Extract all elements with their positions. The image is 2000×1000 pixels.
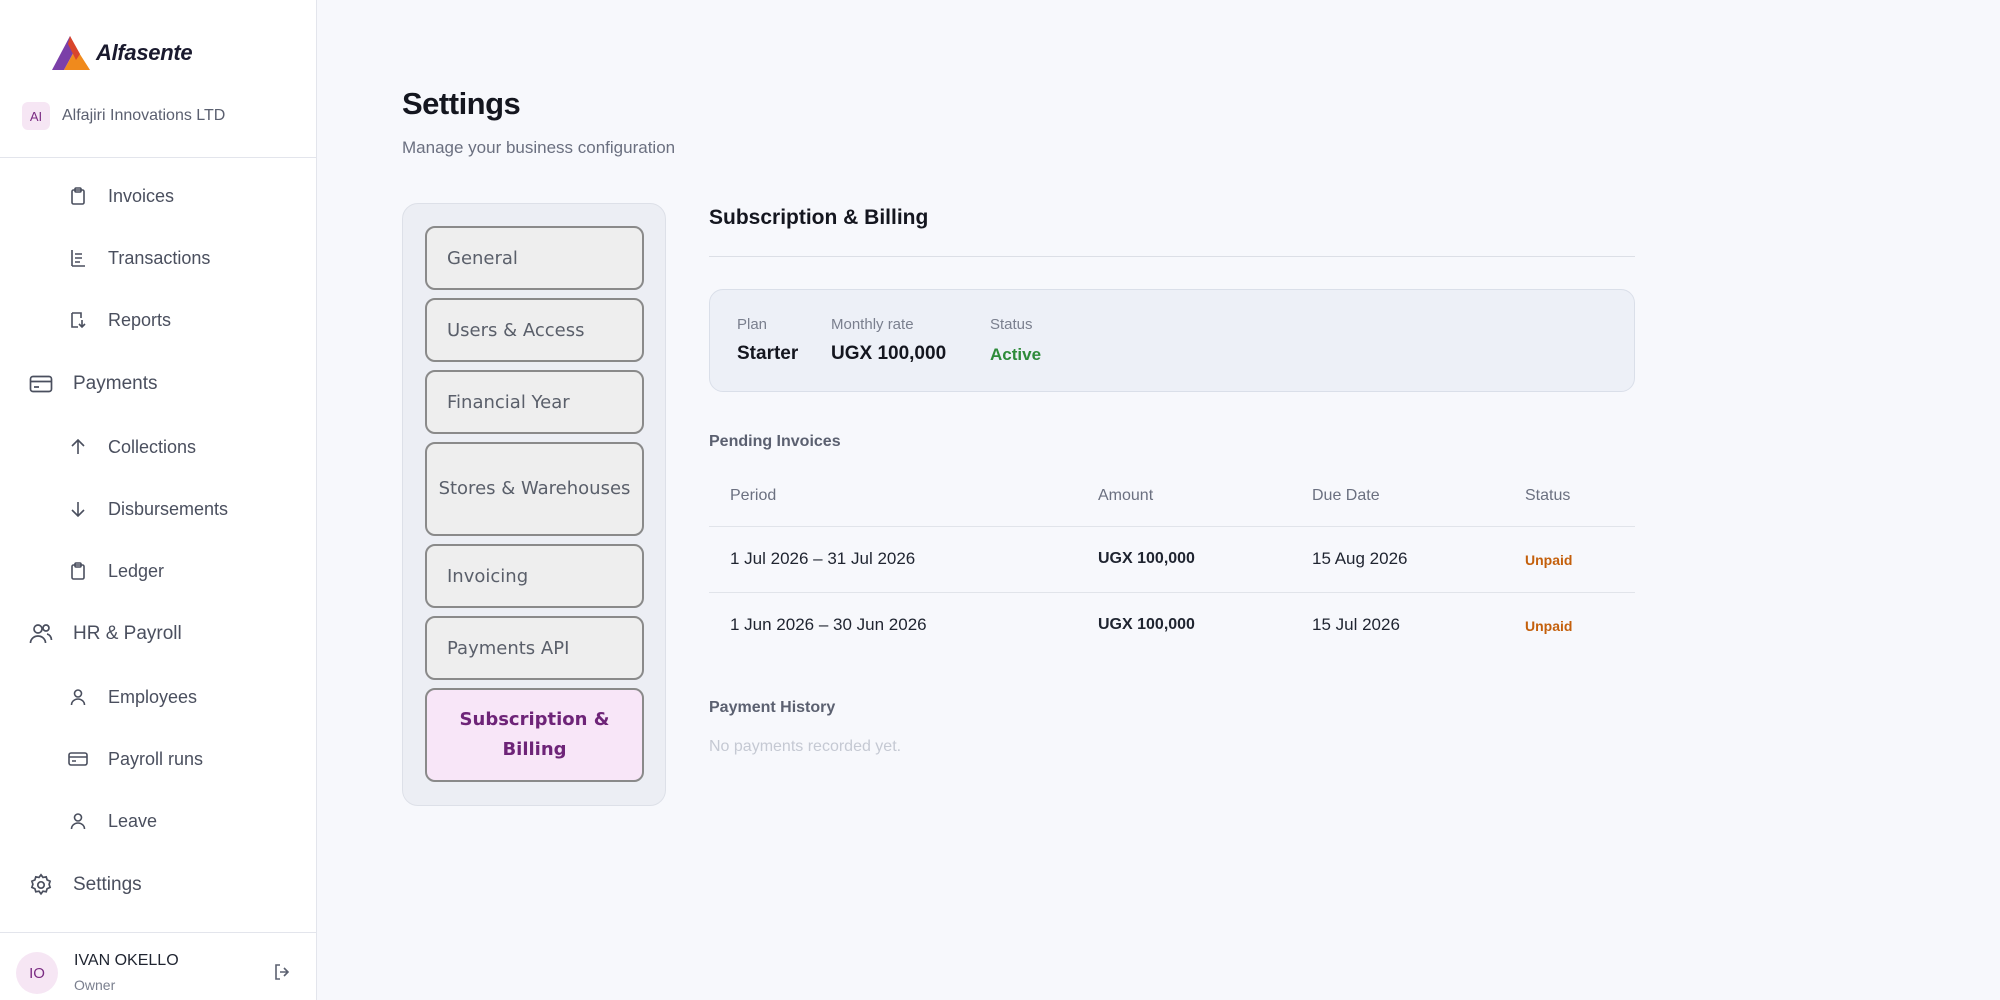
card-icon: [66, 747, 90, 771]
credit-card-icon: [29, 372, 53, 396]
sidebar-item-payroll-runs[interactable]: Payroll runs: [66, 747, 203, 771]
invoice-due-date: 15 Aug 2026: [1312, 549, 1408, 568]
page-title: Settings: [402, 86, 521, 121]
plan-value: Starter: [737, 343, 799, 364]
tab-payments-api[interactable]: Payments API: [425, 616, 644, 680]
avatar[interactable]: IO: [16, 952, 58, 994]
payment-history-empty: No payments recorded yet.: [709, 738, 902, 755]
sidebar-item-label: Invoices: [108, 185, 175, 206]
invoice-status-badge: Unpaid: [1525, 552, 1573, 568]
payment-history-heading: Payment History: [709, 699, 836, 716]
divider: [0, 157, 317, 158]
section-title: Subscription & Billing: [709, 206, 929, 229]
receipt-icon: [66, 246, 90, 270]
sidebar-item-collections[interactable]: Collections: [66, 435, 196, 459]
sidebar-item-label: Leave: [108, 810, 158, 831]
tab-invoicing[interactable]: Invoicing: [425, 544, 644, 608]
users-icon: [29, 622, 53, 646]
status-badge: Active: [990, 345, 1042, 364]
sidebar-item-label: Settings: [73, 874, 142, 895]
invoice-status-badge: Unpaid: [1525, 618, 1573, 634]
sidebar-item-settings[interactable]: Settings: [29, 873, 142, 897]
tab-subscription-billing[interactable]: Subscription & Billing: [425, 688, 644, 782]
table-divider: [709, 526, 1635, 527]
status-label: Status: [990, 316, 1033, 333]
tab-financial-year[interactable]: Financial Year: [425, 370, 644, 434]
user-name: IVAN OKELLO: [74, 952, 179, 969]
user-role: Owner: [74, 977, 116, 993]
org-badge: AI: [22, 102, 50, 130]
gear-icon: [29, 873, 53, 897]
invoice-period: 1 Jul 2026 – 31 Jul 2026: [730, 549, 916, 568]
plan-label: Plan: [737, 316, 768, 333]
column-header-period: Period: [730, 487, 777, 504]
sidebar-item-payments[interactable]: Payments: [29, 372, 157, 396]
clipboard-icon: [66, 184, 90, 208]
sidebar-item-ledger[interactable]: Ledger: [66, 559, 164, 583]
logout-button[interactable]: [272, 962, 294, 984]
table-divider: [709, 592, 1635, 593]
sidebar-item-disbursements[interactable]: Disbursements: [66, 497, 228, 521]
column-header-amount: Amount: [1098, 487, 1154, 504]
sidebar-item-label: HR & Payroll: [73, 623, 182, 644]
sidebar-item-label: Reports: [108, 309, 172, 330]
sidebar-item-leave[interactable]: Leave: [66, 809, 157, 833]
invoice-period: 1 Jun 2026 – 30 Jun 2026: [730, 615, 927, 634]
rate-label: Monthly rate: [831, 316, 914, 333]
sidebar-item-label: Employees: [108, 686, 198, 707]
brand-name: Alfasente: [96, 40, 193, 65]
sidebar-item-label: Disbursements: [108, 498, 229, 519]
plan-summary-card: Plan Starter Monthly rate UGX 100,000 St…: [709, 289, 1635, 392]
sidebar-item-transactions[interactable]: Transactions: [66, 246, 210, 270]
user-icon: [66, 685, 90, 709]
sidebar-item-label: Payroll runs: [108, 748, 204, 769]
status-column: Status Active: [990, 316, 1041, 365]
brand-logo[interactable]: Alfasente: [50, 34, 193, 72]
arrow-down-icon: [66, 497, 90, 521]
tab-general[interactable]: General: [425, 226, 644, 290]
tab-users-access[interactable]: Users & Access: [425, 298, 644, 362]
sidebar-item-reports[interactable]: Reports: [66, 308, 171, 332]
sidebar-item-label: Ledger: [108, 560, 165, 581]
rate-value: UGX 100,000: [831, 343, 947, 364]
column-header-status: Status: [1525, 487, 1571, 504]
sidebar-item-hr-payroll[interactable]: HR & Payroll: [29, 622, 182, 646]
org-name: Alfajiri Innovations LTD: [62, 107, 226, 124]
alfasente-logo-icon: [52, 36, 90, 70]
logout-icon: [275, 964, 290, 980]
invoice-amount: UGX 100,000: [1098, 616, 1195, 633]
arrow-up-icon: [66, 435, 90, 459]
column-header-due-date: Due Date: [1312, 487, 1380, 504]
rate-column: Monthly rate UGX 100,000: [831, 316, 946, 365]
divider: [0, 932, 317, 933]
tab-stores-warehouses[interactable]: Stores & Warehouses: [425, 442, 644, 536]
sidebar-item-label: Payments: [73, 373, 158, 394]
pending-invoices-heading: Pending Invoices: [709, 433, 841, 450]
invoice-amount: UGX 100,000: [1098, 550, 1195, 567]
plan-column: Plan Starter: [737, 316, 798, 365]
sidebar-item-invoices[interactable]: Invoices: [66, 184, 174, 208]
page-subtitle: Manage your business configuration: [402, 138, 676, 157]
sidebar: Alfasente AI Alfajiri Innovations LTD In…: [0, 0, 317, 1000]
report-download-icon: [66, 308, 90, 332]
sidebar-item-label: Collections: [108, 436, 197, 457]
sidebar-item-employees[interactable]: Employees: [66, 685, 197, 709]
organization-switcher[interactable]: AI Alfajiri Innovations LTD: [22, 102, 225, 130]
sidebar-item-label: Transactions: [108, 247, 211, 268]
user-icon: [66, 809, 90, 833]
invoice-due-date: 15 Jul 2026: [1312, 615, 1400, 634]
divider: [709, 256, 1635, 257]
settings-tabs: General Users & Access Financial Year St…: [402, 203, 666, 806]
clipboard-icon: [66, 559, 90, 583]
